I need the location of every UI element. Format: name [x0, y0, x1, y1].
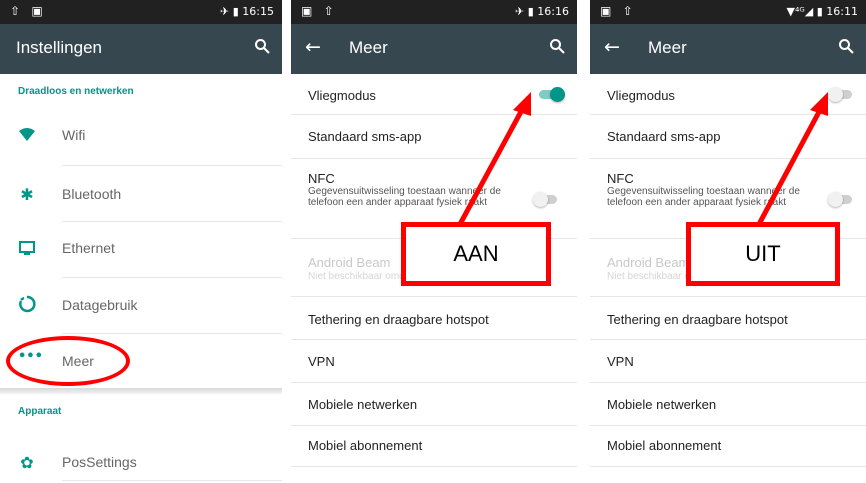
- airplane-mode-toggle[interactable]: [828, 86, 854, 102]
- page-title: Meer: [648, 38, 687, 57]
- mobile-subscription-label: Mobiel abonnement: [607, 438, 722, 453]
- nfc-toggle[interactable]: [533, 191, 559, 207]
- nfc-toggle[interactable]: [828, 191, 854, 207]
- settings-item-label: PosSettings: [62, 454, 137, 470]
- airplane-mode-toggle[interactable]: [537, 86, 565, 102]
- settings-item-wifi[interactable]: Wifi: [0, 110, 282, 160]
- tethering-row[interactable]: Tethering en draagbare hotspot: [291, 297, 577, 339]
- divider: [590, 466, 866, 467]
- bluetooth-icon: ✱: [20, 185, 34, 204]
- nfc-description: Gegevensuitwisseling toestaan wanneer de…: [607, 186, 800, 208]
- tethering-row[interactable]: Tethering en draagbare hotspot: [590, 297, 866, 339]
- search-icon[interactable]: [838, 38, 854, 54]
- vpn-label: VPN: [607, 354, 634, 369]
- default-sms-label: Standaard sms-app: [607, 129, 721, 144]
- nfc-description: Gegevensuitwisseling toestaan wanneer de…: [308, 186, 501, 208]
- back-arrow-icon[interactable]: ←: [305, 36, 321, 58]
- app-bar: ← Meer: [590, 24, 866, 74]
- vpn-row[interactable]: VPN: [291, 340, 577, 382]
- ethernet-icon: [19, 241, 35, 255]
- app-bar: Instellingen: [0, 24, 282, 74]
- callout-off: UIT: [686, 222, 840, 286]
- android-beam-label: Android Beam: [607, 255, 690, 270]
- mobile-networks-row[interactable]: Mobiele netwerken: [291, 383, 577, 425]
- settings-item-label: Datagebruik: [62, 297, 138, 313]
- status-left-icons: ▣ ⇧: [301, 4, 338, 18]
- settings-item-label: Wifi: [62, 127, 86, 143]
- section-separator: [0, 388, 282, 394]
- search-icon[interactable]: [254, 38, 270, 54]
- divider: [62, 480, 282, 481]
- search-icon[interactable]: [549, 38, 565, 54]
- status-bar: ⇧ ▣ ✈ ▮ 16:15: [0, 0, 282, 24]
- status-right: ✈ ▮ 16:15: [220, 5, 274, 18]
- status-left-icons: ⇧ ▣: [10, 4, 47, 18]
- tethering-label: Tethering en draagbare hotspot: [607, 312, 788, 327]
- status-right: ✈ ▮ 16:16: [515, 5, 569, 18]
- airplane-mode-label: Vliegmodus: [308, 88, 376, 103]
- more-screen-on: ▣ ⇧ ✈ ▮ 16:16 ← Meer Vliegmodus Standaar…: [291, 0, 577, 483]
- divider: [291, 466, 577, 467]
- default-sms-row[interactable]: Standaard sms-app: [291, 115, 577, 158]
- mobile-subscription-label: Mobiel abonnement: [308, 438, 423, 453]
- settings-screen: ⇧ ▣ ✈ ▮ 16:15 Instellingen Draadloos en …: [0, 0, 282, 483]
- vpn-label: VPN: [308, 354, 335, 369]
- android-beam-label: Android Beam: [308, 255, 391, 270]
- tethering-label: Tethering en draagbare hotspot: [308, 312, 489, 327]
- mobile-networks-label: Mobiele netwerken: [607, 397, 717, 412]
- highlight-annotation: [6, 336, 130, 386]
- page-title: Meer: [349, 38, 388, 57]
- section-header-device: Apparaat: [18, 406, 62, 417]
- settings-item-bluetooth[interactable]: ✱ Bluetooth: [0, 166, 282, 222]
- mobile-subscription-row[interactable]: Mobiel abonnement: [291, 426, 577, 468]
- page-title: Instellingen: [16, 38, 103, 57]
- app-bar: ← Meer: [291, 24, 577, 74]
- mobile-networks-row[interactable]: Mobiele netwerken: [590, 383, 866, 425]
- callout-on: AAN: [401, 222, 551, 286]
- nfc-label: NFC: [607, 171, 634, 186]
- more-screen-off: ▣ ⇧ ▼⁴ᴳ◢ ▮ 16:11 ← Meer Vliegmodus Stand…: [590, 0, 866, 483]
- status-bar: ▣ ⇧ ✈ ▮ 16:16: [291, 0, 577, 24]
- data-usage-icon: [19, 295, 36, 313]
- mobile-subscription-row[interactable]: Mobiel abonnement: [590, 426, 866, 468]
- settings-item-label: Bluetooth: [62, 186, 122, 202]
- settings-item-possettings[interactable]: ✿ PosSettings: [0, 440, 282, 483]
- airplane-mode-label: Vliegmodus: [607, 88, 675, 103]
- settings-item-data-usage[interactable]: Datagebruik: [0, 278, 282, 332]
- status-bar: ▣ ⇧ ▼⁴ᴳ◢ ▮ 16:11: [590, 0, 866, 24]
- vpn-row[interactable]: VPN: [590, 340, 866, 382]
- gear-icon: ✿: [20, 453, 34, 472]
- airplane-mode-row[interactable]: Vliegmodus: [291, 74, 577, 114]
- airplane-mode-row[interactable]: Vliegmodus: [590, 74, 866, 114]
- status-left-icons: ▣ ⇧: [600, 4, 637, 18]
- section-header-wireless: Draadloos en netwerken: [18, 86, 134, 97]
- settings-item-label: Ethernet: [62, 240, 115, 256]
- mobile-networks-label: Mobiele netwerken: [308, 397, 418, 412]
- default-sms-row[interactable]: Standaard sms-app: [590, 115, 866, 158]
- back-arrow-icon[interactable]: ←: [604, 36, 620, 58]
- settings-item-ethernet[interactable]: Ethernet: [0, 222, 282, 276]
- wifi-icon: [19, 128, 35, 141]
- default-sms-label: Standaard sms-app: [308, 129, 422, 144]
- status-right: ▼⁴ᴳ◢ ▮ 16:11: [786, 5, 858, 18]
- nfc-label: NFC: [308, 171, 335, 186]
